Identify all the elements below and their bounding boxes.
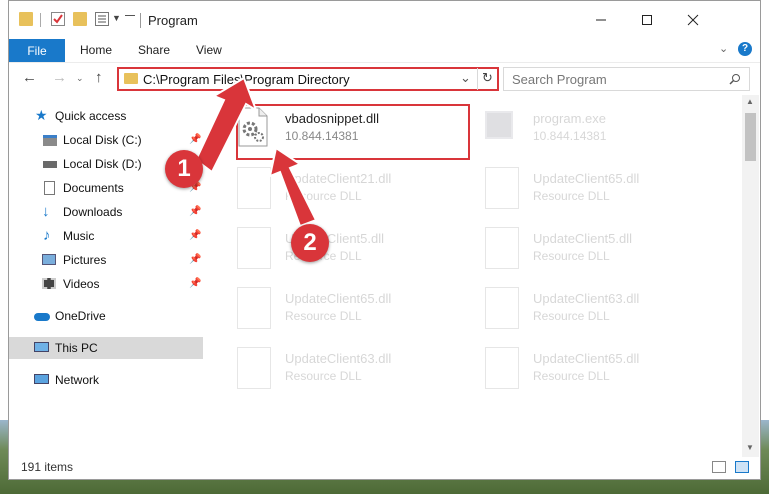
arrow-1-icon: [194, 76, 258, 174]
annotation-arrows: [194, 76, 318, 228]
step-1-badge: 1: [165, 150, 203, 188]
step-2-badge: 2: [291, 224, 329, 262]
arrow-2-icon: [268, 146, 318, 228]
